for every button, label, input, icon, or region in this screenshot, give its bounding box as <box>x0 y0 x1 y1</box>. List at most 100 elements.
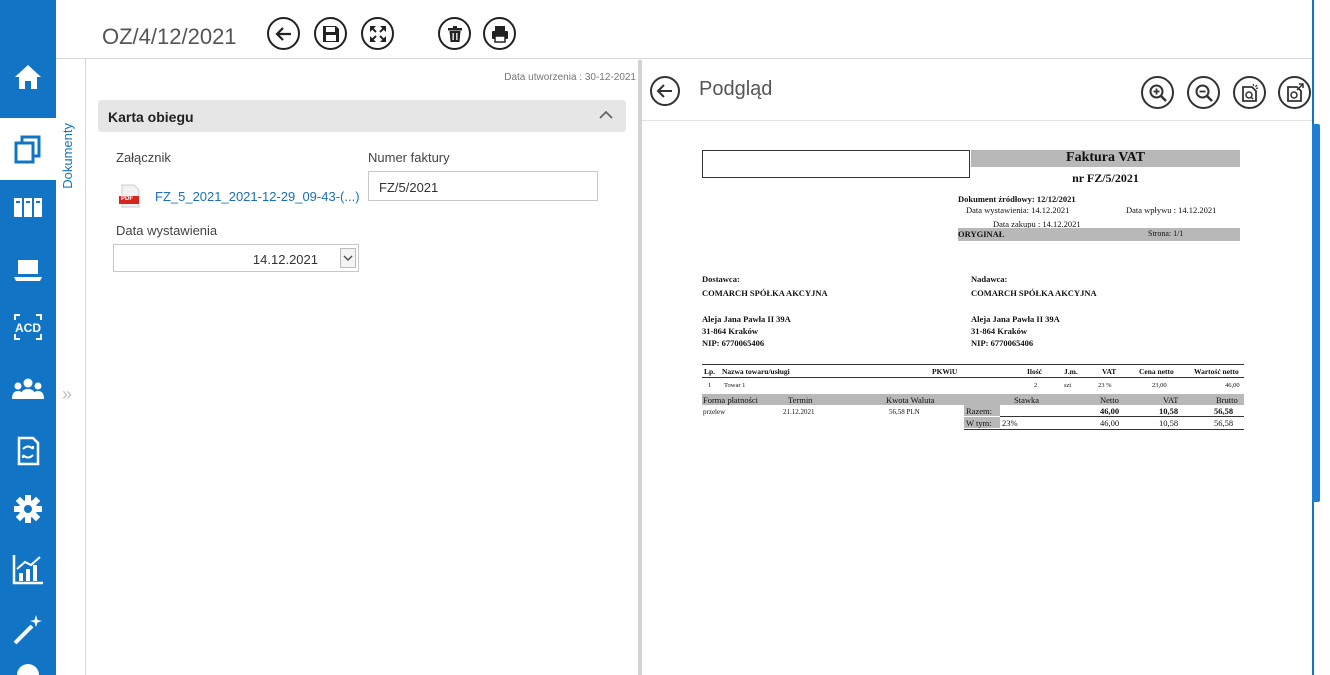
nav-reports[interactable] <box>0 538 56 600</box>
breakdown-label: W tym: <box>966 418 992 428</box>
total-vat: 10,58 <box>1159 406 1179 416</box>
pdf-file-icon: PDF <box>119 184 141 208</box>
item-price: 23,00 <box>1152 382 1167 389</box>
item-vat: 23 % <box>1098 382 1112 389</box>
nav-ocr[interactable]: ACD <box>0 296 56 358</box>
items-header-qty: Ilość <box>1027 367 1042 376</box>
laptop-icon <box>14 260 42 281</box>
nav-workstation[interactable] <box>0 238 56 300</box>
zoom-out-button[interactable] <box>1187 76 1220 109</box>
sum-header-net: Netto <box>1100 395 1119 405</box>
sender-label: Nadawca: <box>971 274 1008 284</box>
main-navigation: ACD <box>0 0 56 675</box>
fullscreen-button[interactable] <box>361 17 394 50</box>
sender-name: COMARCH SPÓŁKA AKCYJNA <box>971 288 1097 298</box>
print-button[interactable] <box>483 17 516 50</box>
back-icon <box>274 26 291 41</box>
pay-term: 21.12.2021 <box>783 408 815 416</box>
delete-button[interactable] <box>438 17 471 50</box>
item-unit: szt <box>1064 382 1072 389</box>
item-name: Towar 1 <box>724 382 746 389</box>
items-header-price: Cena netto <box>1139 367 1174 376</box>
invoice-original: ORYGINAŁ <box>958 229 1005 239</box>
item-value: 46,00 <box>1225 382 1240 389</box>
nav-documents[interactable] <box>0 118 56 180</box>
nav-home[interactable] <box>0 46 56 108</box>
total-gross: 56,58 <box>1214 406 1234 416</box>
section-header-karta-obiegu[interactable]: Karta obiegu <box>98 100 626 132</box>
nav-settings[interactable] <box>0 478 56 540</box>
nav-workflow[interactable] <box>0 420 56 482</box>
back-icon <box>656 84 672 98</box>
preview-back-button[interactable] <box>650 76 680 106</box>
breakdown-net: 46,00 <box>1100 418 1120 428</box>
item-qty: 2 <box>1034 382 1038 389</box>
zoom-in-icon <box>1149 84 1167 102</box>
invoice-number: nr FZ/5/2021 <box>1072 171 1139 185</box>
items-header-value: Wartość netto <box>1194 367 1239 376</box>
documents-side-tab[interactable]: Dokumenty <box>56 59 86 675</box>
sum-header-vat: VAT <box>1163 395 1179 405</box>
zoom-in-button[interactable] <box>1141 76 1174 109</box>
nav-profile-avatar[interactable] <box>17 664 39 675</box>
binders-icon <box>14 198 42 217</box>
invoice-document: Faktura VAT nr FZ/5/2021 Dokument źródło… <box>642 121 1310 481</box>
invoice-page: Strona: 1/1 <box>1148 229 1184 238</box>
nav-binders[interactable] <box>0 176 56 238</box>
fit-page-button[interactable] <box>1233 76 1266 109</box>
invoice-receipt-date: Data wpływu : 14.12.2021 <box>1126 205 1217 215</box>
invoice-source-doc: Dokument źródłowy: 12/12/2021 <box>958 194 1076 204</box>
pay-form: przelew <box>703 408 726 416</box>
items-header-line <box>702 377 1244 378</box>
breakdown-rate: 23% <box>1002 418 1018 428</box>
total-net: 46,00 <box>1100 406 1120 416</box>
document-header: OZ/4/12/2021 <box>56 0 1312 59</box>
open-external-button[interactable] <box>1278 76 1311 109</box>
items-header-unit: J.m. <box>1064 367 1078 376</box>
chevron-up-icon[interactable] <box>598 107 614 123</box>
documents-icon <box>14 135 41 164</box>
sender-address-1: Aleja Jana Pawła II 39A <box>971 314 1060 324</box>
supplier-address-1: Aleja Jana Pawła II 39A <box>702 314 791 324</box>
nav-users[interactable] <box>0 358 56 420</box>
workflow-icon <box>17 436 40 466</box>
expand-chevron-icon[interactable]: » <box>62 384 72 405</box>
issue-date-label: Data wystawienia <box>116 223 218 238</box>
preview-scrollbar[interactable] <box>1312 124 1320 502</box>
items-header-name: Nazwa towaru/usługi <box>722 367 790 376</box>
invoice-number-label: Numer faktury <box>368 150 450 165</box>
chart-icon <box>12 555 43 585</box>
pay-header-term: Termin <box>788 395 813 405</box>
total-line <box>1000 416 1244 417</box>
pay-header-form: Forma płatności <box>703 395 759 405</box>
attachment-filename[interactable]: FZ_5_2021_2021-12-29_09-43-(...) <box>155 189 360 204</box>
save-button[interactable] <box>314 17 347 50</box>
breakdown-line <box>964 429 1244 430</box>
nav-wizard[interactable] <box>0 598 56 660</box>
gear-icon <box>14 495 42 523</box>
supplier-address-2: 31-864 Kraków <box>702 326 758 336</box>
issue-date-picker[interactable]: 14.12.2021 <box>113 244 359 272</box>
attachment-link[interactable]: PDF FZ_5_2021_2021-12-29_09-43-(...) <box>119 184 360 208</box>
sum-header-rate: Stawka <box>1014 395 1040 405</box>
items-header-lp: Lp. <box>704 367 716 376</box>
issue-date-value: 14.12.2021 <box>252 252 318 267</box>
magic-wand-icon <box>13 615 42 645</box>
pay-header-amount: Kwota Waluta <box>886 395 935 405</box>
breakdown-gross: 56,58 <box>1214 418 1234 428</box>
sender-nip: NIP: 6770065406 <box>971 338 1034 348</box>
open-external-icon <box>1286 82 1304 102</box>
back-button[interactable] <box>267 17 300 50</box>
date-dropdown-button[interactable] <box>340 248 356 268</box>
supplier-name: COMARCH SPÓŁKA AKCYJNA <box>702 288 828 298</box>
delete-icon <box>447 25 462 42</box>
breakdown-vat: 10,58 <box>1159 418 1179 428</box>
supplier-nip: NIP: 6770065406 <box>702 338 765 348</box>
sender-address-2: 31-864 Kraków <box>971 326 1027 336</box>
created-date: Data utworzenia : 30-12-2021 <box>504 72 636 83</box>
total-label: Razem: <box>966 406 992 416</box>
invoice-number-field[interactable]: FZ/5/2021 <box>368 171 598 201</box>
invoice-issue-date: Data wystawienia: 14.12.2021 <box>966 205 1070 215</box>
workflow-form-panel: Data utworzenia : 30-12-2021 Karta obieg… <box>86 60 638 675</box>
chevron-down-icon <box>343 255 353 262</box>
